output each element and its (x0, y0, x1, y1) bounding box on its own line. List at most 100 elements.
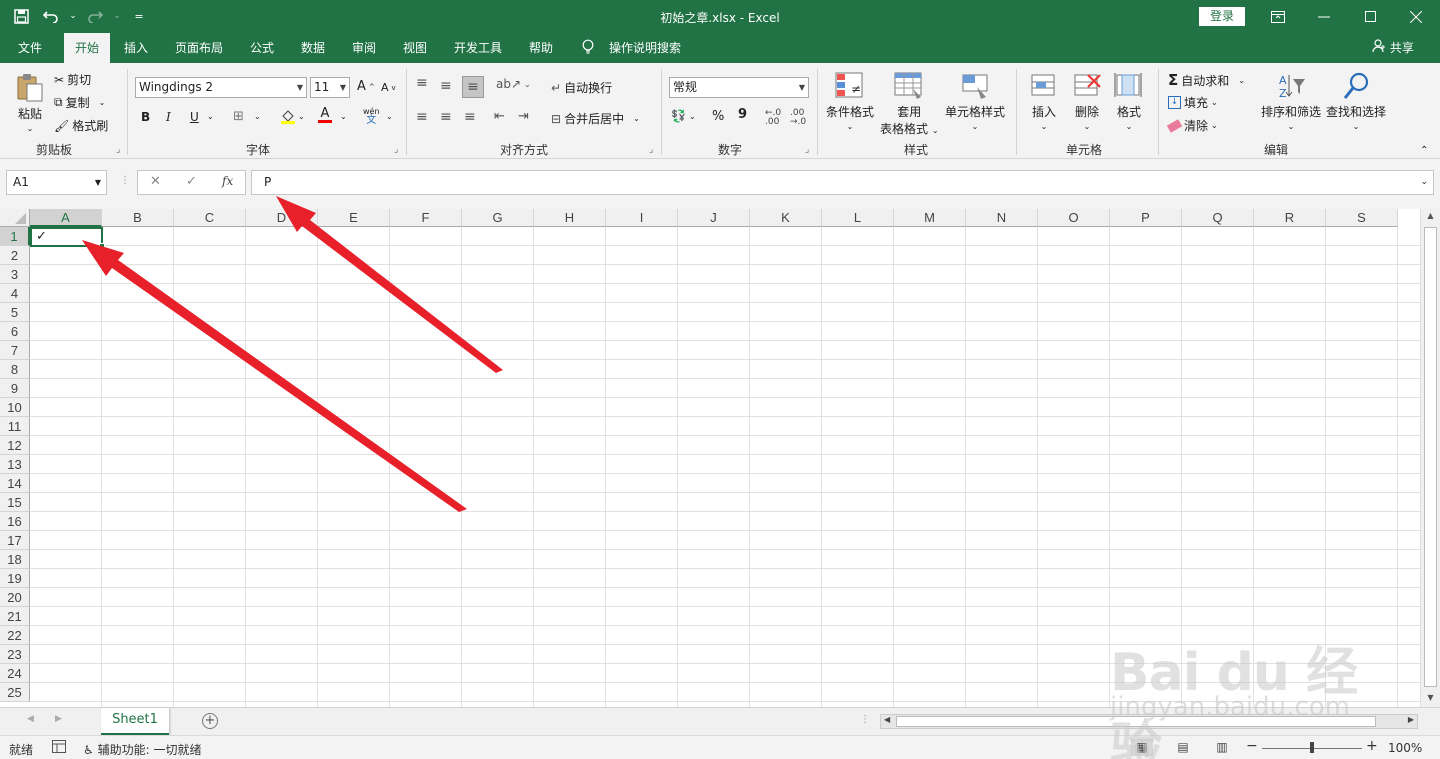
macro-record-icon[interactable] (52, 740, 66, 756)
borders-dropdown-icon[interactable]: ⌄ (254, 112, 261, 121)
column-header-k[interactable]: K (750, 209, 822, 227)
font-name-combo[interactable]: Wingdings 2 ▼ (135, 77, 307, 98)
column-header-e[interactable]: E (318, 209, 390, 227)
worksheet-grid[interactable]: ABCDEFGHIJKLMNOPQRS 1 2 3 4 5 6 7 8 9 10 11 12 13 14 1… (0, 209, 1420, 707)
column-header-l[interactable]: L (822, 209, 894, 227)
row-header-23[interactable]: 23 (0, 645, 30, 664)
vertical-scrollbar[interactable]: ▲ ▼ (1420, 209, 1440, 707)
column-header-p[interactable]: P (1110, 209, 1182, 227)
copy-button[interactable]: ⧉ 复制 ⌄ (54, 94, 105, 111)
underline-dropdown-icon[interactable]: ⌄ (207, 112, 214, 121)
row-header-17[interactable]: 17 (0, 531, 30, 550)
align-right-icon[interactable]: ≡ (464, 109, 476, 125)
zoom-slider-thumb[interactable] (1310, 742, 1314, 753)
column-header-j[interactable]: J (678, 209, 750, 227)
column-header-q[interactable]: Q (1182, 209, 1254, 227)
increase-font-button[interactable]: A ^ (357, 79, 375, 94)
tab-home[interactable]: 开始 (64, 33, 110, 63)
font-launcher-icon[interactable]: ⌟ (394, 145, 398, 155)
font-color-dropdown-icon[interactable]: ⌄ (340, 112, 347, 121)
font-size-combo[interactable]: 11 ▼ (310, 77, 350, 98)
column-header-m[interactable]: M (894, 209, 966, 227)
autosum-button[interactable]: Σ 自动求和 ⌄ (1168, 71, 1245, 89)
close-icon[interactable] (1393, 0, 1439, 33)
column-header-g[interactable]: G (462, 209, 534, 227)
underline-button[interactable]: U (190, 110, 199, 124)
column-header-s[interactable]: S (1326, 209, 1398, 227)
zoom-in-icon[interactable]: + (1366, 738, 1378, 754)
page-layout-view-icon[interactable]: ▤ (1172, 739, 1194, 756)
select-all-corner[interactable] (0, 209, 30, 227)
row-header-3[interactable]: 3 (0, 265, 30, 284)
row-header-2[interactable]: 2 (0, 246, 30, 265)
column-header-h[interactable]: H (534, 209, 606, 227)
insert-function-icon[interactable]: fx (222, 174, 233, 188)
next-sheet-icon[interactable]: ▶ (55, 714, 62, 724)
fill-handle[interactable] (99, 243, 105, 249)
vertical-scroll-thumb[interactable] (1424, 227, 1437, 687)
scroll-down-icon[interactable]: ▼ (1424, 693, 1437, 706)
phonetic-button[interactable]: wén 文 (363, 107, 380, 126)
selected-cell-a1[interactable]: ✓ (30, 227, 105, 249)
column-header-d[interactable]: D (246, 209, 318, 227)
sheet-tab-sheet1[interactable]: Sheet1 (101, 708, 169, 735)
row-header-10[interactable]: 10 (0, 398, 30, 417)
increase-decimal-icon[interactable]: ←.0.00 (765, 109, 781, 127)
tell-me-search[interactable]: 操作说明搜索 (605, 33, 685, 63)
tab-formulas[interactable]: 公式 (246, 33, 278, 63)
column-header-i[interactable]: I (606, 209, 678, 227)
minimize-icon[interactable] (1301, 0, 1347, 33)
cut-button[interactable]: ✂ 剪切 (54, 71, 91, 88)
number-launcher-icon[interactable]: ⌟ (805, 145, 809, 155)
tab-splitter-dots[interactable]: ⋮ (860, 714, 870, 725)
number-format-combo[interactable]: 常规 ▼ (669, 77, 809, 98)
row-header-15[interactable]: 15 (0, 493, 30, 512)
ribbon-display-options-icon[interactable] (1255, 0, 1301, 33)
format-cells-button[interactable]: 格式 ⌄ (1113, 71, 1145, 131)
conditional-format-button[interactable]: ≠ 条件格式 ⌄ (826, 71, 874, 131)
column-header-f[interactable]: F (390, 209, 462, 227)
percent-button[interactable]: % (712, 109, 724, 124)
column-header-n[interactable]: N (966, 209, 1038, 227)
fill-button[interactable]: ↓ 填充 ⌄ (1168, 94, 1218, 111)
alignment-launcher-icon[interactable]: ⌟ (649, 145, 653, 155)
align-center-icon[interactable]: ≡ (440, 109, 452, 125)
row-header-19[interactable]: 19 (0, 569, 30, 588)
tab-data[interactable]: 数据 (297, 33, 329, 63)
merge-center-button[interactable]: ⊟ 合并后居中 ⌄ (551, 110, 640, 127)
row-header-12[interactable]: 12 (0, 436, 30, 455)
column-header-o[interactable]: O (1038, 209, 1110, 227)
decrease-font-button[interactable]: Av (381, 81, 396, 94)
accessibility-status[interactable]: ♿ 辅助功能: 一切就绪 (83, 741, 201, 758)
column-header-b[interactable]: B (102, 209, 174, 227)
column-header-c[interactable]: C (174, 209, 246, 227)
clipboard-launcher-icon[interactable]: ⌟ (116, 145, 120, 155)
tab-review[interactable]: 审阅 (348, 33, 380, 63)
align-left-icon[interactable]: ≡ (416, 109, 428, 125)
share-button[interactable]: 共享 (1372, 33, 1414, 63)
name-box[interactable]: A1 ▼ (6, 170, 107, 195)
comma-style-button[interactable]: 9 (738, 107, 747, 122)
expand-formula-bar-icon[interactable]: ⌄ (1420, 171, 1428, 194)
bold-button[interactable]: B (141, 110, 150, 124)
insert-cells-button[interactable]: 插入 ⌄ (1028, 71, 1060, 131)
paste-dropdown-icon[interactable]: ⌄ (27, 124, 34, 133)
splitter-dots[interactable]: ⋮ (120, 175, 130, 186)
orientation-icon[interactable]: ab↗ ⌄ (496, 77, 531, 91)
decrease-decimal-icon[interactable]: .00 →.0 (790, 109, 806, 127)
row-header-11[interactable]: 11 (0, 417, 30, 436)
decrease-indent-icon[interactable]: ⇤ (494, 109, 505, 124)
zoom-out-icon[interactable]: − (1246, 738, 1258, 754)
sort-filter-button[interactable]: AZ 排序和筛选 ⌄ (1261, 71, 1321, 131)
collapse-ribbon-icon[interactable]: ⌃ (1420, 145, 1428, 156)
row-header-22[interactable]: 22 (0, 626, 30, 645)
horizontal-scrollbar[interactable]: ◀ ▶ (880, 714, 1418, 729)
format-painter-button[interactable]: 🖌 格式刷 (54, 117, 108, 134)
horizontal-scroll-thumb[interactable] (896, 716, 1376, 727)
maximize-icon[interactable] (1347, 0, 1393, 33)
row-header-21[interactable]: 21 (0, 607, 30, 626)
tab-file[interactable]: 文件 (14, 33, 46, 63)
row-header-9[interactable]: 9 (0, 379, 30, 398)
enter-icon[interactable]: ✓ (186, 174, 197, 189)
login-button[interactable]: 登录 (1199, 7, 1245, 26)
